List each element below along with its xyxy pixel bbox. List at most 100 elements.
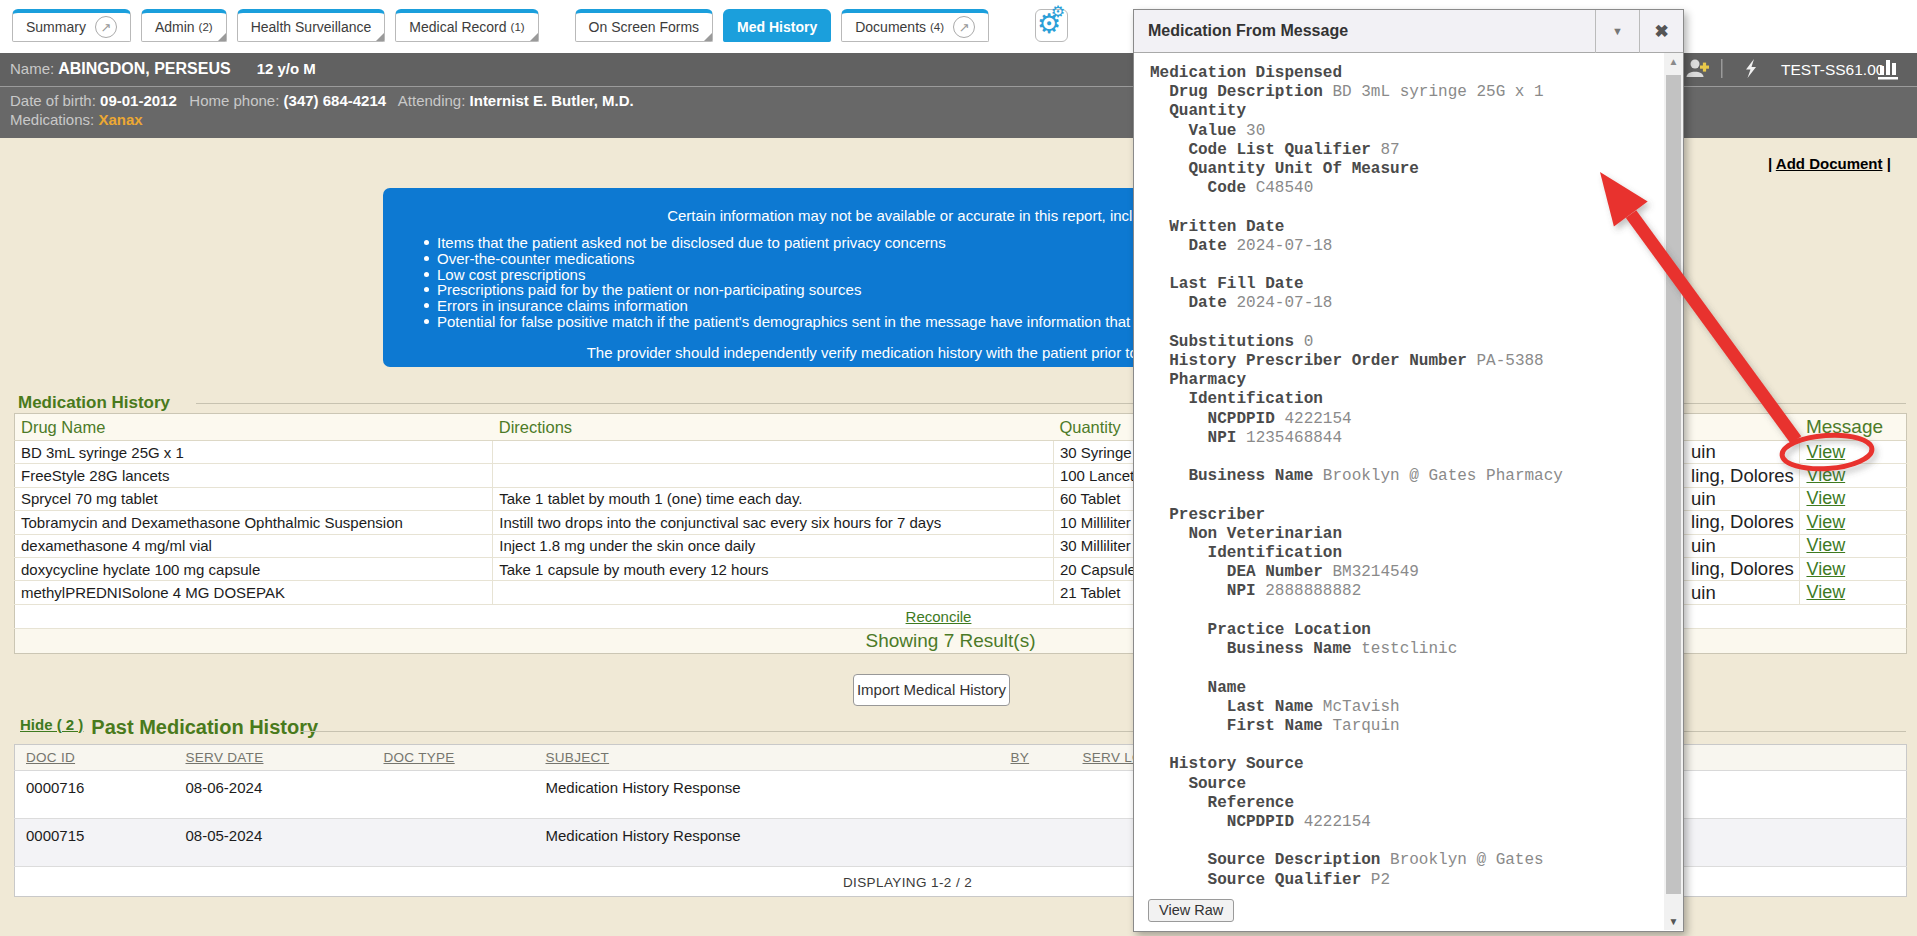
scroll-up-icon: ▲: [1664, 56, 1683, 67]
tab-label: Medical Record: [409, 19, 506, 35]
tab-medical-record[interactable]: Medical Record (1): [395, 9, 538, 42]
directions-cell: Inject 1.8 mg under the skin once daily: [493, 534, 1054, 557]
drug-name-cell: BD 3mL syringe 25G x 1: [15, 441, 493, 464]
attending-value: Internist E. Butler, M.D.: [470, 92, 634, 109]
by-cell: [1003, 771, 1075, 819]
col-doc-id[interactable]: DOC ID: [15, 745, 178, 771]
doc-type-cell: [376, 819, 538, 867]
medication-from-message-panel: Medication From Message ▼ ✖ Medication D…: [1133, 9, 1684, 932]
message-cell: View: [1800, 557, 1907, 580]
message-cell: View: [1800, 511, 1907, 534]
submenu-corner-icon: [530, 33, 538, 41]
reconcile-link[interactable]: Reconcile: [906, 608, 972, 625]
message-cell: View: [1800, 487, 1907, 510]
submenu-corner-icon: [218, 33, 226, 41]
view-message-link[interactable]: View: [1806, 465, 1845, 485]
separator: [1721, 59, 1723, 78]
submenu-corner-icon: [704, 33, 712, 41]
popout-icon[interactable]: ↗: [953, 16, 975, 38]
view-message-link[interactable]: View: [1806, 512, 1845, 532]
tab-admin[interactable]: Admin (2): [141, 9, 227, 42]
submenu-corner-icon: [376, 33, 384, 41]
med-history-title: Medication History: [18, 393, 170, 413]
panel-scrollbar[interactable]: ▲ ▼: [1664, 53, 1683, 930]
directions-cell: [493, 581, 1054, 604]
drug-name-cell: Tobramycin and Dexamethasone Ophthalmic …: [15, 511, 493, 534]
tab-med-history[interactable]: Med History: [723, 9, 831, 42]
tab-on-screen-forms[interactable]: On Screen Forms: [575, 9, 713, 42]
message-cell: View: [1800, 441, 1907, 464]
popout-icon[interactable]: ↗: [95, 16, 117, 38]
tab-label: Med History: [737, 19, 817, 35]
patient-name: ABINGDON, PERSEUS: [58, 60, 230, 77]
col-by[interactable]: BY: [1003, 745, 1075, 771]
tab-badge: (2): [199, 21, 213, 33]
scroll-down-icon: ▼: [1664, 916, 1683, 927]
medications-label: Medications:: [10, 111, 94, 128]
panel-close-button[interactable]: ✖: [1639, 10, 1683, 53]
add-document[interactable]: | Add Document |: [1768, 155, 1891, 172]
attending-label: Attending:: [398, 92, 466, 109]
col-doc-type[interactable]: DOC TYPE: [376, 745, 538, 771]
directions-cell: [493, 441, 1054, 464]
drug-name-cell: doxycycline hyclate 100 mg capsule: [15, 557, 493, 580]
dob-label: Date of birth:: [10, 92, 96, 109]
message-cell: View: [1800, 534, 1907, 557]
view-message-link[interactable]: View: [1806, 559, 1845, 579]
hide-link[interactable]: Hide ( 2 ): [20, 716, 83, 733]
col-subject[interactable]: SUBJECT: [538, 745, 1003, 771]
medications-value[interactable]: Xanax: [98, 111, 142, 128]
drug-name-cell: FreeStyle 28G lancets: [15, 464, 493, 487]
tab-documents[interactable]: Documents (4) ↗: [841, 9, 989, 42]
showing-results: Showing 7 Result(s): [865, 630, 1035, 651]
col-message[interactable]: Message: [1800, 414, 1907, 441]
view-message-link[interactable]: View: [1806, 442, 1845, 462]
col-drug-name[interactable]: Drug Name: [15, 414, 493, 441]
top-right-icons: TEST-SS61.00: [1684, 53, 1917, 86]
panel-header[interactable]: Medication From Message ▼ ✖: [1134, 10, 1683, 53]
drug-name-cell: dexamethasone 4 mg/ml vial: [15, 534, 493, 557]
tab-label: Documents: [855, 19, 926, 35]
displaying-label: DISPLAYING 1-2 / 2: [843, 875, 972, 890]
panel-minimize-button[interactable]: ▼: [1595, 10, 1639, 53]
col-serv-date[interactable]: SERV DATE: [178, 745, 376, 771]
view-raw-button[interactable]: View Raw: [1148, 899, 1234, 922]
serv-date-cell: 08-06-2024: [178, 771, 376, 819]
view-message-link[interactable]: View: [1806, 488, 1845, 508]
col-directions[interactable]: Directions: [493, 414, 1054, 441]
drug-name-cell: Sprycel 70 mg tablet: [15, 487, 493, 510]
import-medical-history-button[interactable]: Import Medical History: [853, 674, 1010, 706]
message-cell: View: [1800, 464, 1907, 487]
subject-cell: Medication History Response: [538, 771, 1003, 819]
view-message-link[interactable]: View: [1806, 582, 1845, 602]
subject-cell: Medication History Response: [538, 819, 1003, 867]
doc-id-cell: 0000715: [15, 819, 178, 867]
add-user-icon: [1687, 60, 1710, 78]
tab-badge: (4): [930, 21, 944, 33]
phone-label: Home phone:: [189, 92, 279, 109]
doc-type-cell: [376, 771, 538, 819]
patient-age-sex: 12 y/o M: [257, 60, 316, 77]
past-med-history-title: Past Medication History: [91, 716, 318, 738]
panel-body: Medication Dispensed Drug Description BD…: [1134, 53, 1664, 931]
name-label: Name:: [10, 60, 54, 77]
message-cell: View: [1800, 581, 1907, 604]
gear-icon-small: ⚙: [1051, 4, 1065, 20]
scrollbar-thumb[interactable]: [1666, 75, 1681, 894]
tab-badge: (1): [511, 21, 525, 33]
drug-name-cell: methylPREDNISolone 4 MG DOSEPAK: [15, 581, 493, 604]
tab-bar: Summary ↗ Admin (2) Health Surveillance Medic…: [12, 9, 1068, 42]
directions-cell: [493, 464, 1054, 487]
phone-value: (347) 684-4214: [284, 92, 387, 109]
lightning-icon: [1746, 59, 1756, 78]
view-message-link[interactable]: View: [1806, 535, 1845, 555]
dob-value: 09-01-2012: [100, 92, 177, 109]
tab-summary[interactable]: Summary ↗: [12, 9, 131, 42]
serv-date-cell: 08-05-2024: [178, 819, 376, 867]
tab-label: Admin: [155, 19, 195, 35]
add-document-link[interactable]: Add Document: [1776, 155, 1883, 172]
directions-cell: Instill two drops into the conjunctival …: [493, 511, 1054, 534]
tab-label: Summary: [26, 19, 86, 35]
settings-gear-button[interactable]: ⚙⚙: [1035, 9, 1068, 42]
tab-health-surveillance[interactable]: Health Surveillance: [237, 9, 386, 42]
